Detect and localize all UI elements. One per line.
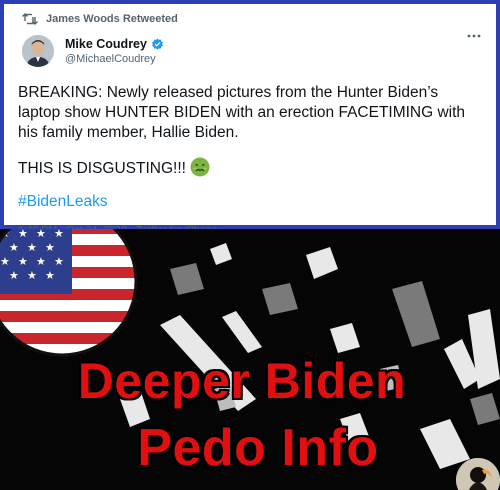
svg-text:★: ★	[0, 255, 10, 268]
svg-text:★: ★	[36, 255, 46, 268]
svg-text:★: ★	[9, 241, 19, 254]
tweet-text-paragraph-1: BREAKING: Newly released pictures from t…	[18, 84, 466, 141]
svg-text:★: ★	[27, 269, 37, 282]
nauseated-face-emoji	[190, 157, 210, 177]
tweet-author: Mike Coudrey @MichaelCoudrey	[18, 31, 484, 71]
svg-text:★: ★	[45, 241, 55, 254]
svg-text:★: ★	[27, 241, 37, 254]
tweet-text-paragraph-2: THIS IS DISGUSTING!!!	[18, 157, 484, 179]
svg-text:★: ★	[54, 229, 64, 240]
tweet-text-exclaim: THIS IS DISGUSTING!!!	[18, 160, 186, 177]
tweet-text: BREAKING: Newly released pictures from t…	[18, 83, 484, 179]
svg-text:★: ★	[18, 255, 28, 268]
retweet-context: James Woods Retweeted	[18, 11, 484, 27]
avatar[interactable]	[22, 35, 54, 67]
tweet-frame: James Woods Retweeted Mike Coudrey @Mich…	[0, 0, 500, 236]
svg-text:★: ★	[9, 269, 19, 282]
svg-text:★: ★	[54, 255, 64, 268]
tweet-card[interactable]: James Woods Retweeted Mike Coudrey @Mich…	[4, 4, 496, 236]
verified-badge-icon	[151, 38, 164, 51]
more-options-icon[interactable]	[466, 33, 482, 39]
thumbnail-headline-line2: Pedo Info	[136, 418, 380, 479]
retweet-label[interactable]: James Woods Retweeted	[46, 13, 178, 25]
author-name[interactable]: Mike Coudrey	[65, 37, 164, 51]
thumbnail-headline-line1: Deeper Biden	[76, 352, 407, 411]
retweet-icon	[22, 13, 40, 25]
svg-text:★: ★	[45, 269, 55, 282]
hashtag-link[interactable]: #BidenLeaks	[18, 193, 484, 211]
author-name-text[interactable]: Mike Coudrey	[65, 37, 147, 51]
svg-text:★: ★	[18, 229, 28, 240]
svg-text:★: ★	[36, 229, 46, 240]
author-handle[interactable]: @MichaelCoudrey	[65, 53, 164, 65]
us-flag-circle: ★ ★ ★ ★ ★ ★ ★ ★ ★ ★ ★ ★ ★ ★	[0, 229, 136, 355]
